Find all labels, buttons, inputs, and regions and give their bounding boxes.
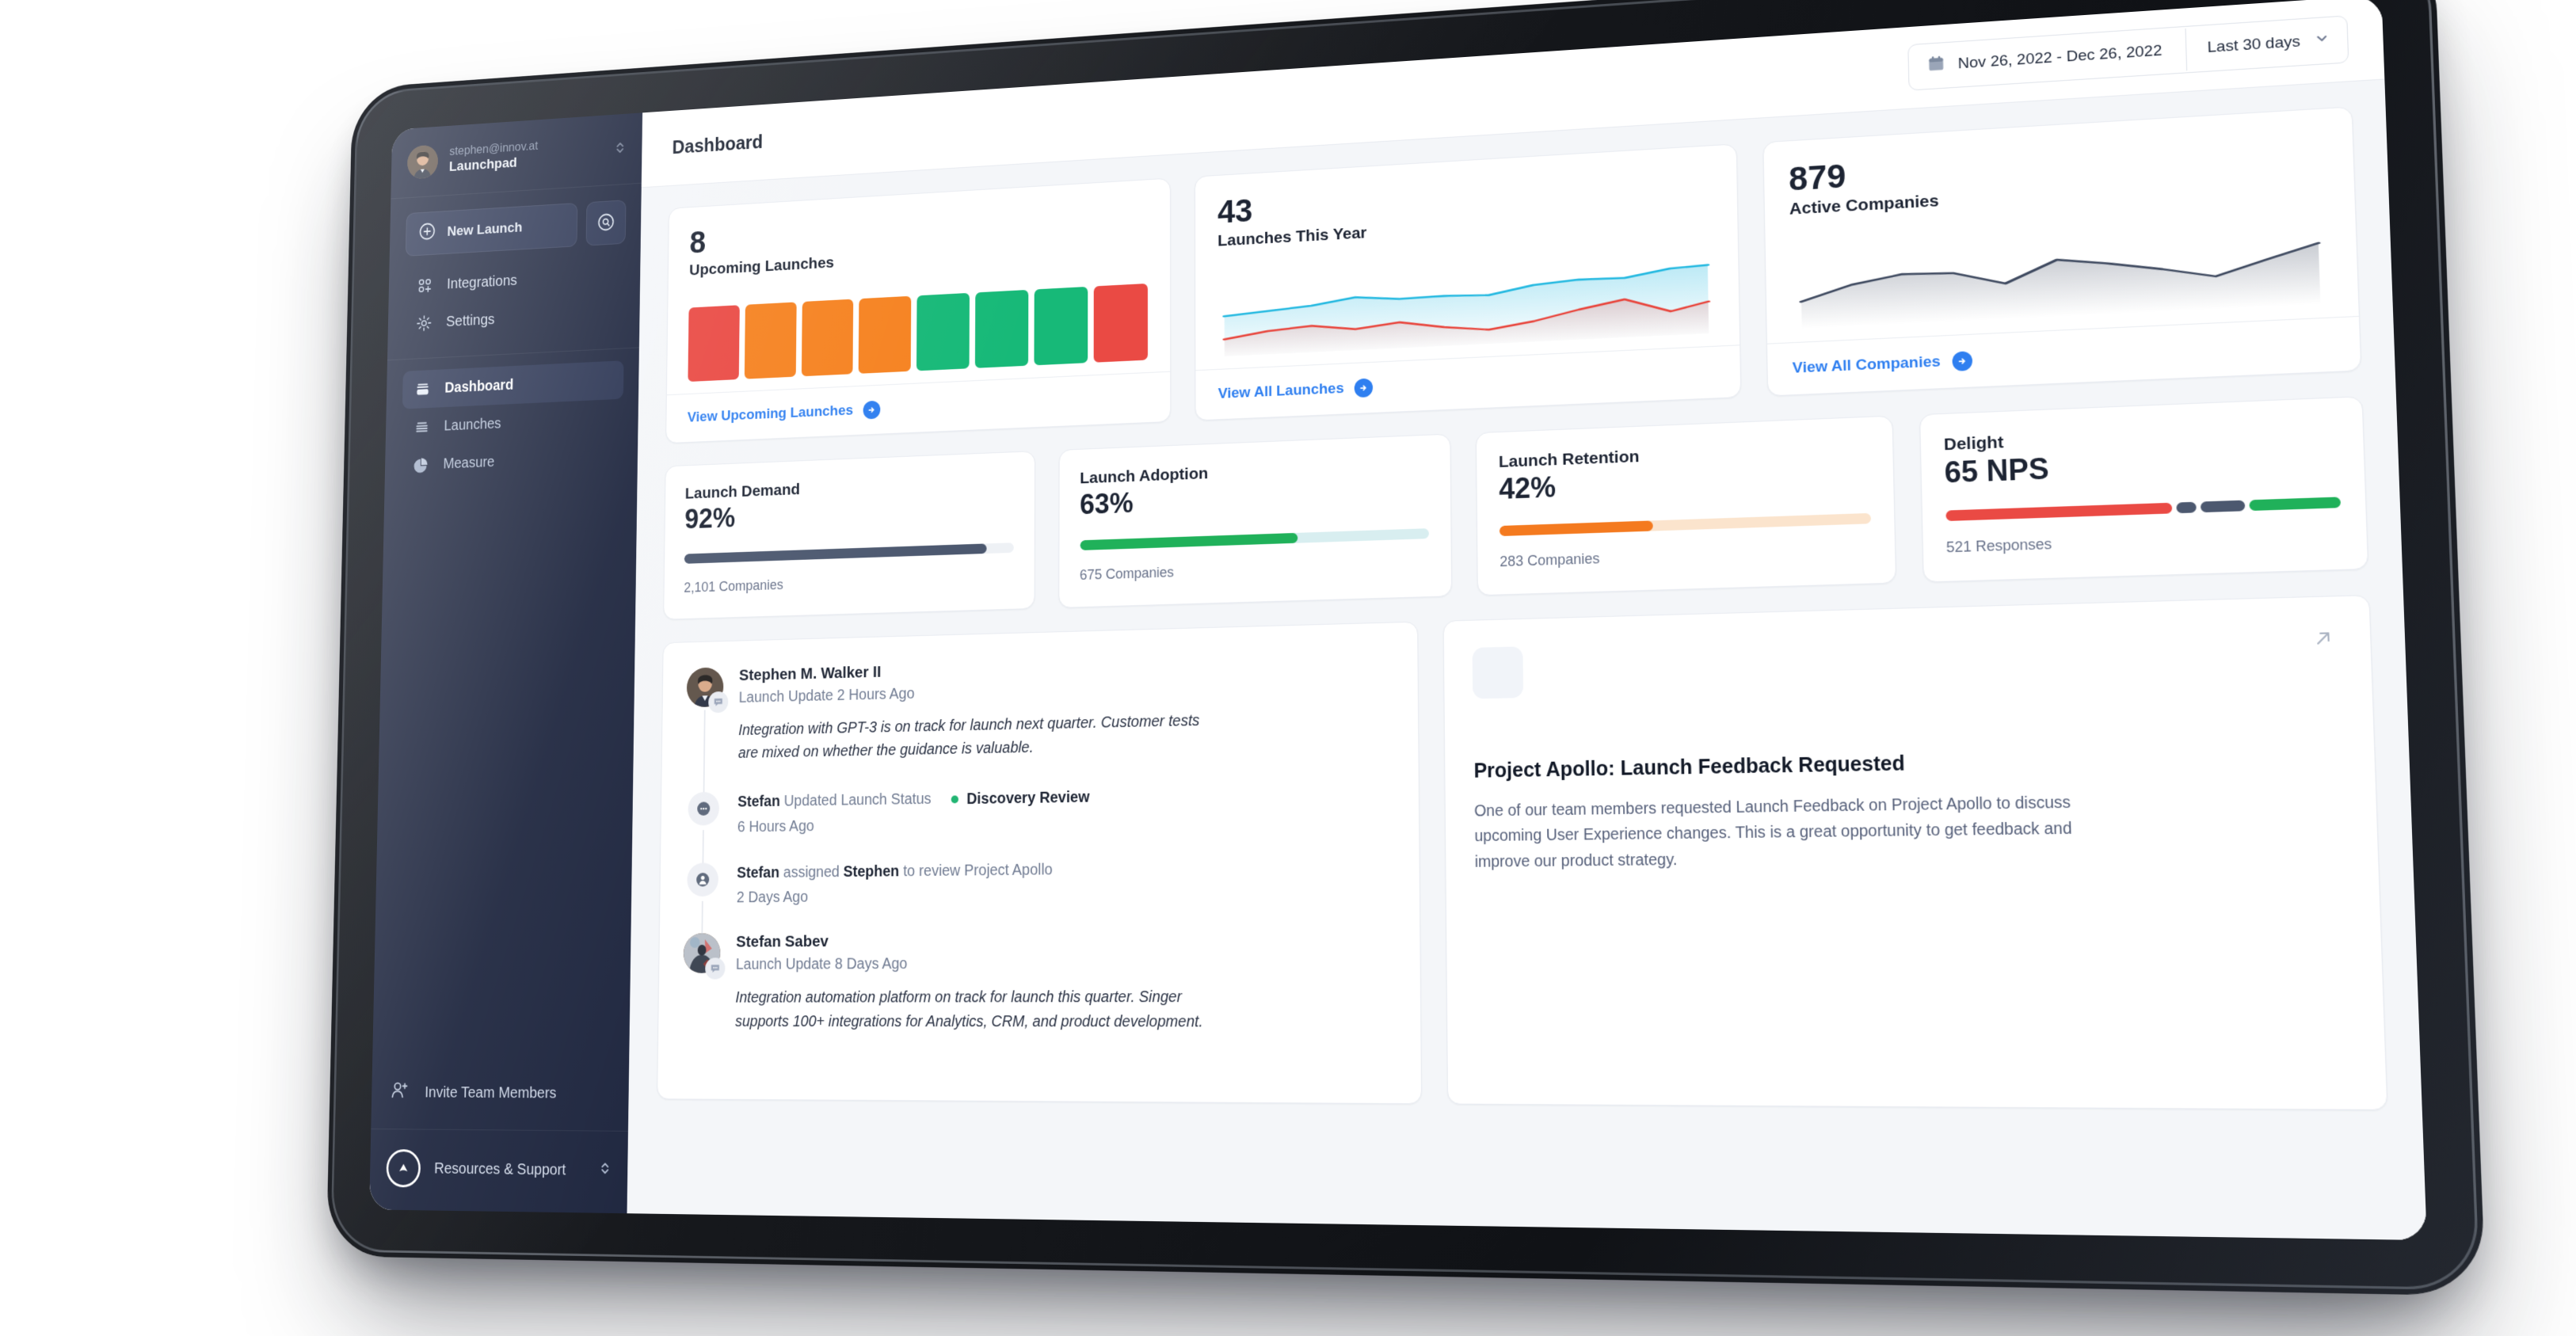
comment-icon <box>705 957 726 980</box>
page-title: Dashboard <box>672 131 764 158</box>
status-dot-icon <box>951 795 959 804</box>
status-badge: Discovery Review <box>951 786 1090 812</box>
dashboard-icon <box>413 379 433 399</box>
integrations-icon <box>415 276 434 295</box>
metric-title: Delight <box>1943 432 2004 455</box>
metric-value: 65 NPS <box>1944 451 2050 489</box>
date-controls: Nov 26, 2022 - Dec 26, 2022 Last 30 days <box>1907 15 2349 91</box>
apollo-body: One of our team members requested Launch… <box>1473 793 2072 871</box>
view-all-launches-link[interactable]: View All Launches <box>1218 378 1374 404</box>
metric-sub: 283 Companies <box>1499 550 1600 569</box>
view-upcoming-launches-link[interactable]: View Upcoming Launches <box>687 400 881 428</box>
sidebar-item-label: Settings <box>445 310 495 330</box>
chevron-down-icon <box>2314 30 2330 51</box>
nps-bar <box>1945 497 2342 521</box>
progress-bar <box>1080 527 1429 550</box>
activity-feed-card: Stephen M. Walker II Launch Update 2 Hou… <box>657 621 1423 1104</box>
active-companies-area-chart <box>1790 206 2332 329</box>
feed-action-post: to review Project Apollo <box>903 861 1053 881</box>
metric-sub: 2,101 Companies <box>684 577 783 596</box>
sidebar: stephen@innov.at Launchpad New Launch In… <box>369 112 643 1214</box>
arrow-right-circle-icon <box>1952 351 1973 372</box>
stat-card-upcoming-launches: 8 Upcoming Launches View Upcoming Launch… <box>665 177 1171 444</box>
range-select[interactable]: Last 30 days <box>2185 17 2349 71</box>
stat-card-active-companies: 879 Active Companies View All Companies <box>1762 106 2362 397</box>
feed-meta: Launch Update 8 Days Ago <box>735 955 908 973</box>
plus-circle-icon <box>418 222 436 246</box>
feed-item: Stephen M. Walker II Launch Update 2 Hou… <box>685 649 1390 818</box>
metric-card-launch-retention: Launch Retention 42% 283 Companies <box>1475 415 1896 596</box>
app-root: stephen@innov.at Launchpad New Launch In… <box>369 0 2427 1241</box>
invite-label: Invite Team Members <box>425 1083 557 1102</box>
link-label: View Upcoming Launches <box>687 402 854 426</box>
comment-icon <box>708 691 729 713</box>
device-screen: stephen@innov.at Launchpad New Launch In… <box>369 0 2427 1241</box>
launchpad-logo-icon <box>386 1149 421 1188</box>
arrow-right-circle-icon <box>1355 378 1374 398</box>
metric-card-delight: Delight 65 NPS 521 Responses <box>1919 396 2369 583</box>
progress-bar <box>1499 512 1871 536</box>
metric-card-launch-adoption: Launch Adoption 63% 675 Companies <box>1057 433 1453 608</box>
feed-meta: 2 Days Ago <box>736 889 809 907</box>
date-range-picker[interactable]: Nov 26, 2022 - Dec 26, 2022 <box>1909 27 2187 90</box>
users-icon <box>1473 645 1524 699</box>
pie-chart-icon <box>412 455 431 475</box>
invite-team-members-button[interactable]: Invite Team Members <box>371 1064 630 1132</box>
calendar-icon <box>1927 54 1946 78</box>
main-content: Dashboard Nov 26, 2022 - Dec 26, 2022 La… <box>627 0 2427 1241</box>
date-range-value: Nov 26, 2022 - Dec 26, 2022 <box>1957 42 2163 73</box>
topbar-controls: Nov 26, 2022 - Dec 26, 2022 Last 30 days <box>1907 15 2349 91</box>
sidebar-item-label: Launches <box>444 415 501 434</box>
sidebar-item-label: Dashboard <box>444 376 514 396</box>
tablet-mockup-stage: stephen@innov.at Launchpad New Launch In… <box>0 0 2576 1336</box>
feed-actor: Stefan <box>737 864 780 882</box>
feed-actor: Stefan <box>737 793 780 811</box>
chevron-up-down-icon <box>613 139 627 158</box>
sidebar-primary-group: Integrations Settings <box>387 242 641 361</box>
comment-icon <box>688 791 720 826</box>
feed-item: Stefan assigned Stephen to review Projec… <box>684 855 1392 960</box>
stat-card-launches-this-year: 43 Launches This Year View All Launches <box>1194 143 1742 421</box>
chevron-up-down-icon <box>598 1160 612 1181</box>
sidebar-item-label: Measure <box>443 453 495 472</box>
link-label: View All Launches <box>1218 380 1344 402</box>
support-label: Resources & Support <box>433 1159 566 1178</box>
feed-action-pre: assigned <box>783 863 840 881</box>
progress-bar <box>684 542 1014 564</box>
sidebar-item-label: Integrations <box>446 272 517 292</box>
gear-icon <box>414 314 433 333</box>
new-launch-label: New Launch <box>447 219 523 240</box>
feed-author: Stefan Sabev <box>736 932 829 951</box>
resources-support-button[interactable]: Resources & Support <box>369 1129 628 1213</box>
metric-value: 42% <box>1499 470 1557 506</box>
tablet-device: stephen@innov.at Launchpad New Launch In… <box>326 0 2486 1296</box>
feed-action: Updated Launch Status <box>783 790 932 810</box>
feed-target: Stephen <box>843 862 900 881</box>
feed-item: Stefan Sabev Launch Update 8 Days Ago In… <box>682 929 1393 1062</box>
upcoming-launches-bar-chart <box>688 270 1148 383</box>
search-button[interactable] <box>585 200 627 246</box>
metric-sub: 521 Responses <box>1945 535 2052 556</box>
sidebar-nav-group: Dashboard Launches Measure <box>385 348 639 485</box>
avatar <box>406 144 439 180</box>
range-select-value: Last 30 days <box>2207 32 2301 57</box>
arrow-up-right-icon[interactable] <box>2310 625 2338 655</box>
user-icon <box>687 862 719 897</box>
launches-icon <box>413 417 432 437</box>
search-icon <box>597 211 615 234</box>
metric-card-launch-demand: Launch Demand 92% 2,101 Companies <box>663 451 1035 620</box>
account-text: stephen@innov.at Launchpad <box>449 135 602 177</box>
project-apollo-card[interactable]: Project Apollo: Launch Feedback Requeste… <box>1443 594 2388 1110</box>
arrow-right-circle-icon <box>863 400 881 420</box>
user-plus-icon <box>389 1079 410 1106</box>
status-label: Discovery Review <box>966 788 1090 808</box>
launches-this-year-area-chart <box>1218 239 1715 357</box>
feed-quote: Integration automation platform on track… <box>735 988 1203 1031</box>
feed-quote: Integration with GPT-3 is on track for l… <box>737 711 1200 763</box>
dashboard-content: 8 Upcoming Launches View Upcoming Launch… <box>627 79 2426 1240</box>
stat-label: Active Companies <box>1789 192 1939 219</box>
metric-sub: 675 Companies <box>1080 564 1174 583</box>
